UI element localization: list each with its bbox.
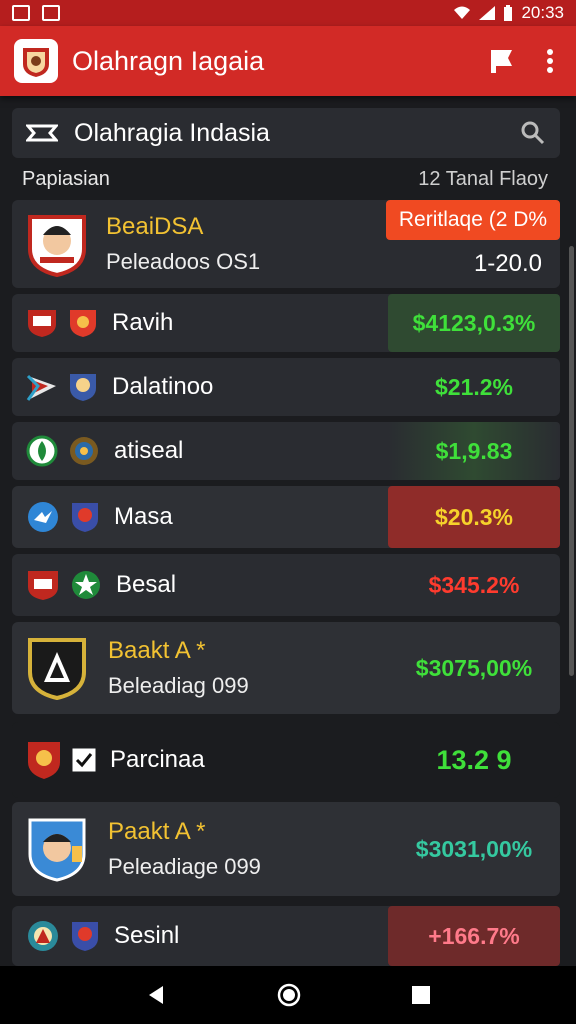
row-name: Paakt A * bbox=[108, 818, 206, 845]
wifi-icon bbox=[454, 6, 471, 19]
club-crest-icon bbox=[70, 310, 96, 337]
leaf-badge-icon bbox=[26, 435, 58, 467]
signal-icon bbox=[479, 6, 496, 20]
navigation-bar bbox=[0, 966, 576, 1024]
row-value: 1-20.0 bbox=[473, 250, 542, 277]
row-value: +166.7% bbox=[388, 906, 560, 966]
app-logo bbox=[14, 39, 58, 83]
list-item[interactable]: Baakt A * Beleadiag 099 $3075,00% bbox=[12, 622, 560, 714]
row-name: BeaiDSA bbox=[106, 213, 204, 240]
row-value: $345.2% bbox=[428, 571, 520, 598]
row-value: $21.2% bbox=[434, 373, 513, 400]
flag-icon[interactable] bbox=[488, 48, 516, 74]
home-icon[interactable] bbox=[277, 983, 301, 1007]
notification-icon-2 bbox=[42, 5, 60, 21]
back-icon[interactable] bbox=[145, 984, 167, 1006]
main-content: Olahragia Indasia Papiasian 12 Tanal Fla… bbox=[0, 96, 576, 966]
list-item[interactable]: atiseal $1,9.83 bbox=[12, 422, 560, 480]
club-crest-icon bbox=[28, 742, 60, 779]
row-value: 13.2 9 bbox=[436, 744, 512, 775]
club-crest-icon bbox=[72, 503, 98, 532]
row-value: $3031,00% bbox=[415, 835, 533, 862]
checkbox-icon[interactable] bbox=[72, 748, 96, 772]
list-header: Papiasian 12 Tanal Flaoy bbox=[22, 168, 548, 191]
row-name: Ravih bbox=[112, 309, 174, 336]
arrow-crest-icon bbox=[26, 374, 56, 401]
row-name: Besal bbox=[116, 571, 177, 598]
app-title: Olahragn Iagaia bbox=[72, 45, 265, 76]
status-badge: Reritlaqe (2 D% bbox=[386, 200, 560, 240]
list-item[interactable]: Besal $345.2% bbox=[12, 554, 560, 616]
row-name: Masa bbox=[114, 503, 173, 530]
club-crest-icon bbox=[72, 922, 98, 951]
list-item[interactable]: BeaiDSA Peleadoos OS1 Reritlaqe (2 D% 1-… bbox=[12, 200, 560, 288]
row-name: Dalatinoo bbox=[112, 373, 214, 400]
row-value: $20.3% bbox=[388, 486, 560, 548]
row-value: $4123,0.3% bbox=[388, 294, 560, 352]
row-value: $3075,00% bbox=[415, 654, 533, 681]
row-name: Baakt A * bbox=[108, 637, 206, 664]
search-bar[interactable]: Olahragia Indasia bbox=[12, 108, 560, 158]
row-name: Parcinaa bbox=[110, 746, 205, 773]
scrollbar[interactable] bbox=[569, 246, 574, 676]
row-name: atiseal bbox=[114, 437, 184, 464]
more-options-icon[interactable] bbox=[546, 48, 554, 74]
row-subtitle: Peleadiage 099 bbox=[108, 854, 261, 879]
flower-badge-icon bbox=[28, 921, 58, 951]
notification-icon bbox=[12, 5, 30, 21]
team-crest-icon bbox=[28, 215, 86, 277]
search-label: Olahragia Indasia bbox=[74, 118, 270, 147]
team-crest-icon bbox=[28, 638, 86, 700]
star-badge-icon bbox=[72, 571, 100, 599]
search-icon[interactable] bbox=[520, 120, 546, 146]
list-item[interactable]: Paakt A * Peleadiage 099 $3031,00% bbox=[12, 802, 560, 896]
status-time: 20:33 bbox=[521, 3, 564, 22]
status-bar: 20:33 bbox=[0, 0, 576, 26]
list-item[interactable]: Sesinl +166.7% bbox=[12, 906, 560, 966]
app-bar: Olahragn Iagaia bbox=[0, 26, 576, 96]
ticket-icon bbox=[26, 124, 58, 142]
club-crest-icon bbox=[28, 571, 58, 600]
club-crest-icon bbox=[28, 310, 56, 337]
row-value: $1,9.83 bbox=[388, 422, 560, 480]
list-item[interactable]: Masa $20.3% bbox=[12, 486, 560, 548]
team-crest-icon bbox=[28, 818, 86, 882]
list-header-left: Papiasian bbox=[22, 168, 110, 190]
row-name: Sesinl bbox=[114, 922, 180, 949]
list-header-right: 12 Tanal Flaoy bbox=[418, 168, 548, 190]
row-subtitle: Beleadiag 099 bbox=[108, 673, 249, 698]
club-crest-icon bbox=[70, 437, 98, 465]
list-item[interactable]: Parcinaa 13.2 9 bbox=[12, 722, 560, 798]
club-crest-icon bbox=[70, 374, 96, 401]
bird-badge-icon bbox=[28, 502, 58, 532]
recents-icon[interactable] bbox=[411, 985, 431, 1005]
list-item[interactable]: Dalatinoo $21.2% bbox=[12, 358, 560, 416]
battery-icon bbox=[504, 5, 513, 21]
garuda-logo-icon bbox=[23, 48, 49, 77]
list-item[interactable]: Ravih $4123,0.3% bbox=[12, 294, 560, 352]
row-subtitle: Peleadoos OS1 bbox=[106, 249, 261, 274]
